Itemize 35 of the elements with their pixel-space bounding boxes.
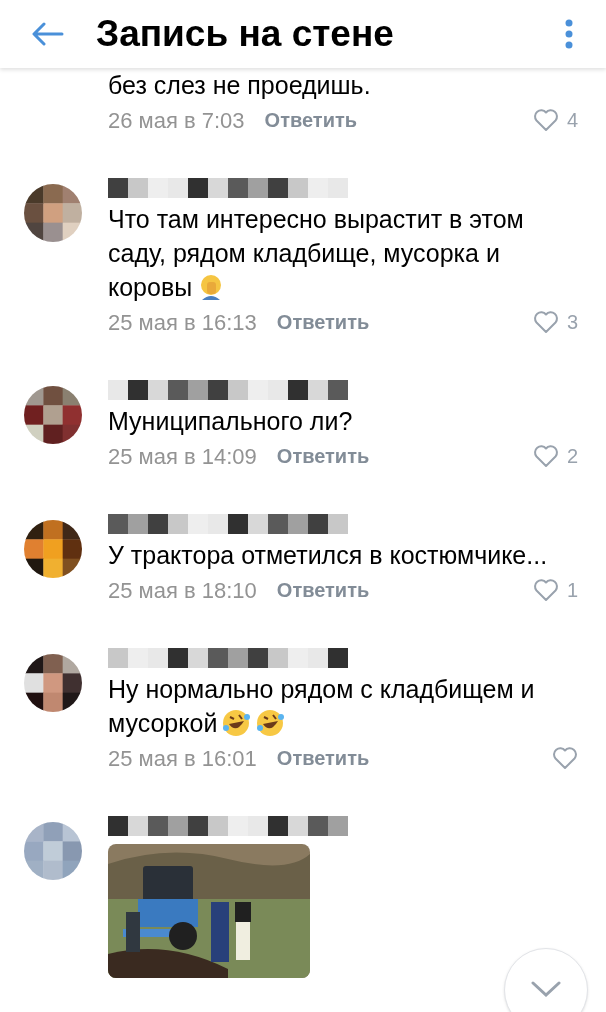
more-icon	[565, 19, 573, 49]
window-title: Запись на стене	[96, 12, 394, 57]
reply-link[interactable]: Ответить	[264, 105, 357, 135]
avatar[interactable]	[24, 520, 82, 578]
comment-text: У трактора отметился в костюмчике...	[108, 540, 549, 571]
reply-link[interactable]: Ответить	[276, 307, 370, 337]
reply-link[interactable]: Ответить	[276, 441, 370, 471]
comment-date: 25 мая в 14:09	[108, 442, 257, 471]
heart-icon[interactable]	[532, 108, 559, 132]
comment-date: 26 мая в 7:03	[108, 106, 245, 135]
reply-link[interactable]: Ответить	[276, 575, 370, 605]
scroll-down-button[interactable]	[504, 948, 588, 1012]
heart-icon[interactable]	[532, 310, 559, 334]
comment-text: без слез не проедишь.	[108, 70, 372, 101]
like-count: 4	[566, 108, 578, 133]
comment-date: 25 мая в 18:10	[108, 576, 257, 605]
heart-icon[interactable]	[552, 746, 578, 770]
comment-text: Что там интересно вырастит в этом саду, рядом кладбище, мусорка и коровы	[108, 204, 525, 304]
comment-date: 25 мая в 16:13	[108, 308, 257, 337]
avatar[interactable]	[24, 654, 82, 712]
avatar[interactable]	[24, 386, 82, 444]
like-count: 3	[566, 310, 578, 335]
heart-icon[interactable]	[532, 578, 559, 602]
laughing-emoji-icon	[255, 708, 286, 738]
avatar[interactable]	[24, 184, 82, 242]
like-count: 2	[566, 444, 578, 469]
heart-icon[interactable]	[532, 444, 559, 468]
comment-date: 25 мая в 16:01	[108, 744, 257, 773]
comment-text: Муниципального ли?	[108, 406, 354, 437]
comment-text: Ну нормально рядом с кладбищем и мусоркой	[108, 674, 536, 740]
reply-link[interactable]: Ответить	[276, 743, 370, 773]
back-arrow-icon	[32, 22, 64, 46]
like-count: 1	[566, 578, 578, 603]
chevron-down-icon	[531, 981, 561, 997]
laughing-emoji-icon	[221, 708, 252, 738]
